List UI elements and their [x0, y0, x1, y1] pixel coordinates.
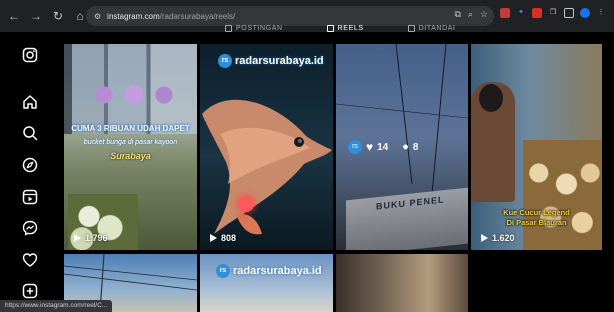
heart-icon: ♥ — [366, 140, 374, 154]
url-path: /radarsurabaya/reels/ — [159, 11, 236, 21]
profile-avatar[interactable] — [580, 8, 590, 18]
tile-caption-line2: bucket bunga di pasar kayoon — [83, 139, 178, 146]
view-count-value: 1.620 — [492, 233, 515, 243]
hover-stats: rs ♥ 14 ● 8 — [348, 140, 418, 154]
red-light — [238, 196, 254, 212]
tile-caption-line3: Surabaya — [110, 151, 151, 161]
fish-image — [202, 99, 332, 235]
sidebar-toggle-icon[interactable] — [564, 8, 574, 18]
rs-badge: rs — [216, 264, 230, 278]
extensions-puzzle-icon[interactable]: ❒ — [548, 8, 558, 18]
extension-icon[interactable] — [532, 8, 542, 18]
tab-postingan[interactable]: POSTINGAN — [225, 22, 283, 34]
play-icon — [74, 234, 81, 242]
reload-icon[interactable]: ↻ — [50, 8, 66, 24]
back-icon[interactable]: ← — [6, 8, 22, 24]
view-count: 1.620 — [481, 233, 515, 243]
profile-tabs: POSTINGAN REELS DITANDAI — [225, 22, 456, 34]
reel-tile[interactable]: Kue Cucur Legend Di Pasar Blauran 1.620 — [471, 44, 602, 250]
rs-badge: rs — [348, 140, 362, 154]
tab-reels[interactable]: REELS — [326, 22, 364, 34]
instagram-sidebar — [0, 32, 58, 312]
search-icon[interactable] — [22, 125, 38, 141]
vendor-head — [479, 84, 503, 112]
reel-tile[interactable]: rs radarsurabaya.id 808 — [200, 44, 333, 250]
kue-cucur-snacks — [523, 140, 602, 250]
reel-tile[interactable]: rs radarsurabaya.id — [200, 254, 333, 312]
tab-label: POSTINGAN — [236, 24, 283, 32]
cast-icon[interactable]: ⧉ — [454, 9, 460, 20]
site-info-icon[interactable]: ⚙ — [94, 12, 101, 21]
logo-text: radarsurabaya.id — [233, 265, 322, 277]
comment-icon: ● — [402, 141, 409, 153]
tab-label: REELS — [337, 24, 364, 32]
forward-icon[interactable]: → — [28, 8, 44, 24]
reel-tile[interactable]: CUMA 3 RIBUAN UDAH DAPET bucket bunga di… — [64, 44, 197, 250]
reels-tab-icon — [326, 24, 334, 32]
url-domain: instagram.com — [107, 11, 160, 21]
view-count: 1.796 — [74, 233, 108, 243]
reel-tile[interactable]: BUKU PENEL rs ♥ 14 ● 8 — [336, 44, 468, 250]
grid-icon — [225, 24, 232, 32]
tagged-icon — [407, 24, 415, 32]
view-count: 808 — [210, 233, 236, 243]
like-count: 14 — [377, 141, 389, 153]
zoom-icon[interactable]: ⌕ — [468, 9, 473, 20]
tile-caption-line2: Di Pasar Blauran — [506, 218, 567, 227]
view-count-value: 808 — [221, 233, 237, 243]
tile-caption-line1: Kue Cucur Legend — [503, 208, 570, 217]
view-count-value: 1.796 — [85, 233, 108, 243]
play-icon — [481, 234, 488, 242]
instagram-icon[interactable] — [22, 47, 38, 63]
reels-icon[interactable] — [22, 189, 38, 205]
tab-label: DITANDAI — [418, 24, 456, 32]
explore-icon[interactable] — [22, 157, 38, 173]
menu-icon[interactable]: ⋮ — [596, 8, 606, 18]
status-bar-url: https://www.instagram.com/reel/C... — [0, 300, 113, 312]
radarsurabaya-logo: rs radarsurabaya.id — [216, 264, 322, 278]
tile-caption-line1: CUMA 3 RIBUAN UDAH DAPET — [71, 124, 190, 133]
reel-tile[interactable] — [336, 254, 468, 312]
tab-ditandai[interactable]: DITANDAI — [407, 22, 456, 34]
home-icon[interactable] — [22, 94, 38, 110]
extension-icon[interactable]: ✦ — [516, 8, 526, 18]
bookmark-star-icon[interactable]: ☆ — [480, 9, 488, 20]
extension-icon[interactable] — [500, 8, 510, 18]
flower-bouquets — [84, 82, 184, 108]
heart-icon[interactable] — [22, 252, 38, 268]
play-icon — [210, 234, 217, 242]
messenger-icon[interactable] — [22, 220, 38, 236]
comment-count: 8 — [412, 141, 419, 153]
create-icon[interactable] — [22, 283, 38, 299]
